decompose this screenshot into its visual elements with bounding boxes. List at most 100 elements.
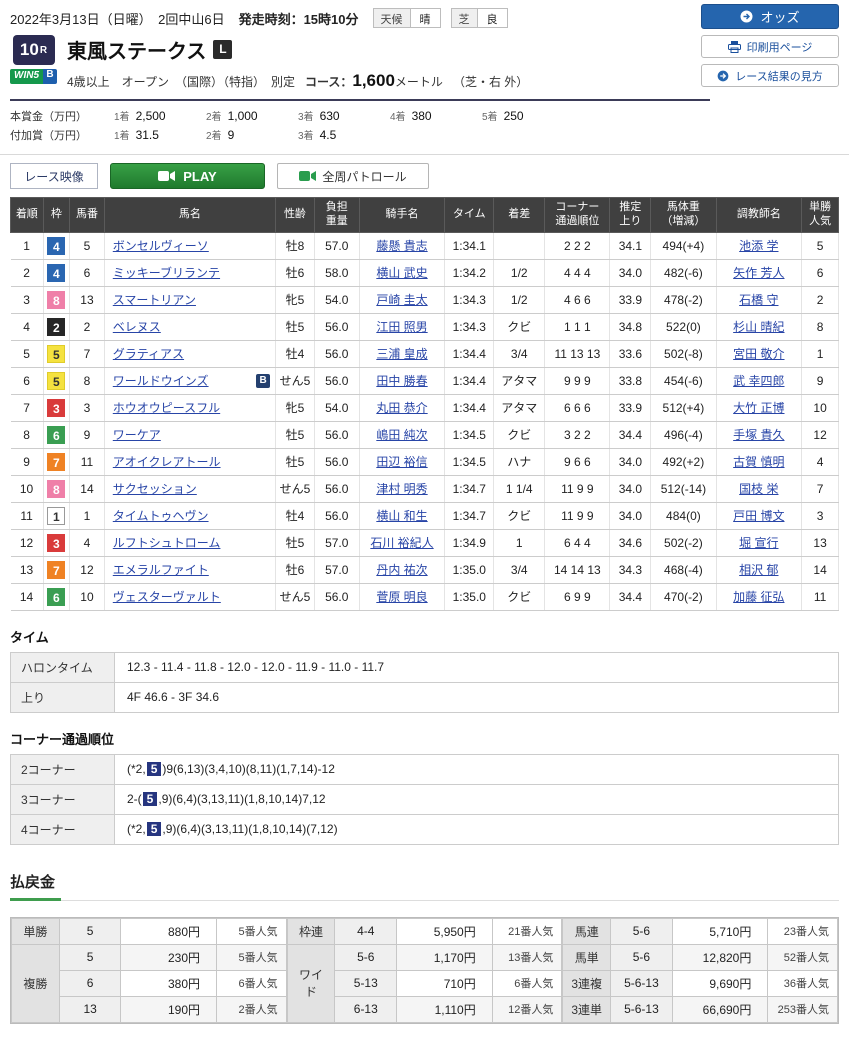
jockey-link[interactable]: 津村 明秀	[376, 482, 427, 496]
jockey-link[interactable]: 戸崎 圭太	[376, 293, 427, 307]
sex-age: 牡5	[275, 421, 315, 449]
jockey-link[interactable]: 田中 勝春	[376, 374, 427, 388]
final-time: 1:34.4	[444, 367, 495, 395]
finish-position: 7	[10, 394, 44, 422]
payout-row: 馬単 5-6 12,820円 52番人気	[562, 943, 839, 971]
jockey-cell: 田辺 裕信	[359, 448, 446, 476]
horse-name-link[interactable]: ホウオウピースフル	[113, 401, 220, 415]
jockey-link[interactable]: 横山 和生	[376, 509, 427, 523]
win-popularity: 2	[801, 286, 839, 314]
payout-row: 枠連 4-4 5,950円 21番人気	[286, 917, 563, 945]
carried-weight: 58.0	[314, 259, 360, 287]
play-button[interactable]: PLAY	[110, 163, 265, 189]
results-column-header: 馬体重 （増減）	[650, 197, 717, 233]
bracket-cell: 6	[43, 583, 71, 611]
patrol-video-button[interactable]: 全周パトロール	[277, 163, 429, 189]
horse-name-link[interactable]: アオイクレアトール	[113, 455, 221, 469]
trainer-link[interactable]: 大竹 正博	[733, 401, 784, 415]
horse-name-link[interactable]: スマートリアン	[113, 293, 196, 307]
trainer-link[interactable]: 手塚 貴久	[733, 428, 784, 442]
trainer-link[interactable]: 相沢 郁	[739, 563, 778, 577]
trainer-link[interactable]: 石橋 守	[739, 293, 778, 307]
horse-name-link[interactable]: ワーケア	[113, 428, 161, 442]
header-line: 馬体重	[666, 201, 700, 213]
race-video-button[interactable]: レース映像	[10, 163, 98, 189]
result-row: 8 6 9 ワーケア 牡5 56.0 嶋田 純次 1:34.5 クビ 3 2 2 34.4 496(-…	[10, 421, 839, 449]
estimated-last-3f: 33.6	[609, 340, 652, 368]
payout-combination: 5-6-13	[610, 969, 673, 997]
horse-weight: 482(-6)	[650, 259, 717, 287]
win-popularity: 10	[801, 394, 839, 422]
margin: クビ	[493, 313, 546, 341]
trainer-link[interactable]: 武 幸四郎	[733, 374, 784, 388]
course-distance: 1,600	[352, 71, 395, 90]
results-column-header: 性齢	[275, 197, 315, 233]
horse-number: 1	[69, 502, 105, 530]
trainer-cell: 相沢 郁	[716, 556, 803, 584]
trainer-link[interactable]: 杉山 晴紀	[733, 320, 784, 334]
horse-name-link[interactable]: ワールドウインズ	[113, 374, 209, 388]
horse-name-link[interactable]: グラティアス	[113, 347, 184, 361]
horse-number: 10	[69, 583, 105, 611]
horse-name-link[interactable]: ミッキーブリランテ	[113, 266, 220, 280]
win-popularity: 7	[801, 475, 839, 503]
horse-number: 3	[69, 394, 105, 422]
horse-name-cell: ホウオウピースフル	[104, 394, 277, 422]
horse-name-link[interactable]: サクセッション	[113, 482, 197, 496]
payout-popularity: 12番人気	[491, 995, 563, 1023]
jockey-cell: 津村 明秀	[359, 475, 446, 503]
jockey-link[interactable]: 丸田 恭介	[376, 401, 427, 415]
horse-weight: 512(+4)	[650, 394, 717, 422]
bracket-cell: 2	[43, 313, 71, 341]
trainer-link[interactable]: 宮田 敬介	[733, 347, 784, 361]
header-line: タイム	[452, 207, 486, 220]
trainer-link[interactable]: 古賀 慎明	[733, 455, 784, 469]
jockey-link[interactable]: 菅原 明良	[376, 590, 427, 604]
horse-name-link[interactable]: ベレヌス	[113, 320, 161, 334]
trainer-link[interactable]: 国枝 栄	[739, 482, 778, 496]
jockey-cell: 戸崎 圭太	[359, 286, 446, 314]
estimated-last-3f: 34.3	[609, 556, 652, 584]
bet-type-label: 3連複	[562, 969, 612, 997]
jockey-link[interactable]: 横山 武史	[376, 266, 427, 280]
jockey-link[interactable]: 藤懸 貴志	[376, 239, 427, 253]
header-line: 着順	[15, 207, 38, 220]
jockey-link[interactable]: 田辺 裕信	[376, 455, 427, 469]
print-page-button[interactable]: 印刷用ページ	[701, 35, 839, 58]
win-popularity: 5	[801, 232, 839, 260]
weather-value: 晴	[410, 9, 440, 27]
payout-amount: 5,950円	[396, 917, 493, 945]
race-number-suffix: R	[39, 44, 48, 56]
horse-name-link[interactable]: タイムトゥヘヴン	[113, 509, 209, 523]
jockey-link[interactable]: 三浦 皇成	[376, 347, 427, 361]
horse-name-link[interactable]: エメラルファイト	[113, 563, 209, 577]
time-section-heading: タイム	[10, 629, 49, 645]
horse-number: 8	[69, 367, 105, 395]
carried-weight: 56.0	[314, 421, 360, 449]
estimated-last-3f: 34.0	[609, 259, 652, 287]
trainer-link[interactable]: 加藤 征弘	[733, 590, 784, 604]
trainer-link[interactable]: 堀 宣行	[739, 536, 778, 550]
trainer-link[interactable]: 池添 学	[739, 239, 778, 253]
bracket-number-badge: 8	[47, 479, 66, 498]
horse-weight: 502(-2)	[650, 529, 717, 557]
race-number: 10	[19, 40, 39, 59]
trainer-link[interactable]: 戸田 博文	[733, 509, 784, 523]
trainer-cell: 戸田 博文	[716, 502, 803, 530]
estimated-last-3f: 34.6	[609, 529, 652, 557]
jockey-link[interactable]: 丹内 祐次	[376, 563, 427, 577]
result-guide-button[interactable]: レース結果の見方	[701, 64, 839, 87]
odds-button[interactable]: オッズ	[701, 4, 839, 29]
jockey-link[interactable]: 江田 照男	[376, 320, 427, 334]
jockey-link[interactable]: 嶋田 純次	[376, 428, 427, 442]
result-row: 7 3 3 ホウオウピースフル 牝5 54.0 丸田 恭介 1:34.4 アタマ 6 6 6 33.…	[10, 394, 839, 422]
corner-row-value: (*2, 5)9(6,13)(3,4,10)(8,11)(1,7,14)-12	[114, 753, 839, 785]
horse-weight: 492(+2)	[650, 448, 717, 476]
result-guide-label: レース結果の見方	[735, 70, 823, 83]
horse-name-link[interactable]: ルフトシュトローム	[113, 536, 221, 550]
horse-name-link[interactable]: ボンセルヴィーソ	[113, 239, 209, 253]
trainer-link[interactable]: 矢作 芳人	[733, 266, 784, 280]
jockey-link[interactable]: 石川 裕紀人	[370, 536, 433, 550]
horse-name-link[interactable]: ヴェスターヴァルト	[113, 590, 221, 604]
corner-passing-order: 6 9 9	[544, 583, 611, 611]
